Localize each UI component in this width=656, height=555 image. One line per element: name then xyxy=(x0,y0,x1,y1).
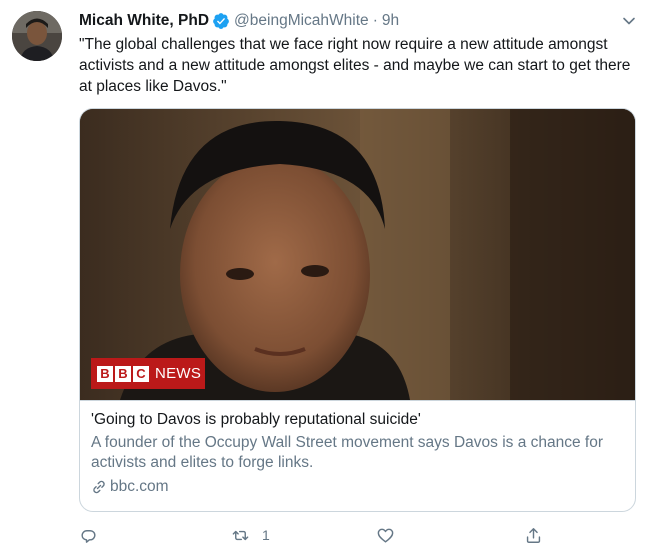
heart-icon xyxy=(377,528,394,543)
card-body: 'Going to Davos is probably reputational… xyxy=(80,400,635,497)
tweet-timestamp[interactable]: 9h xyxy=(382,11,399,31)
retweet-icon xyxy=(232,530,249,540)
author-avatar[interactable] xyxy=(12,11,62,61)
card-domain-text: bbc.com xyxy=(110,478,169,495)
reply-button[interactable] xyxy=(79,522,110,548)
card-title: 'Going to Davos is probably reputational… xyxy=(91,411,421,428)
author-handle[interactable]: @beingMicahWhite xyxy=(234,11,369,31)
card-description: A founder of the Occupy Wall Street move… xyxy=(91,434,604,471)
retweet-button[interactable]: 1 xyxy=(231,522,270,548)
tweet[interactable]: Micah White, PhD @beingMicahWhite · 9h "… xyxy=(0,0,656,555)
separator-dot: · xyxy=(372,12,378,29)
reply-icon xyxy=(81,529,96,543)
tweet-header: Micah White, PhD @beingMicahWhite · 9h xyxy=(79,11,399,31)
card-photo xyxy=(80,109,635,400)
card-domain: bbc.com xyxy=(91,477,626,497)
bbc-news-logo: B B C NEWS xyxy=(91,358,205,389)
verified-badge-icon xyxy=(212,12,230,30)
link-icon xyxy=(91,479,107,495)
like-button[interactable] xyxy=(376,522,407,548)
share-icon xyxy=(526,527,541,543)
bbc-logo-word: NEWS xyxy=(155,365,202,382)
card-image: B B C NEWS xyxy=(80,109,635,400)
tweet-text: "The global challenges that we face righ… xyxy=(79,36,631,95)
share-button[interactable] xyxy=(524,522,543,548)
retweet-count: 1 xyxy=(262,527,270,543)
link-card[interactable]: B B C NEWS 'Going to Davos is probably r… xyxy=(79,108,636,512)
tweet-actions: 1 xyxy=(79,522,559,548)
bbc-logo-block: C xyxy=(133,365,149,382)
avatar-image xyxy=(12,11,62,61)
author-display-name[interactable]: Micah White, PhD xyxy=(79,11,209,31)
bbc-logo-block: B xyxy=(97,365,113,382)
bbc-logo-block: B xyxy=(115,365,131,382)
chevron-down-icon[interactable] xyxy=(622,14,636,28)
